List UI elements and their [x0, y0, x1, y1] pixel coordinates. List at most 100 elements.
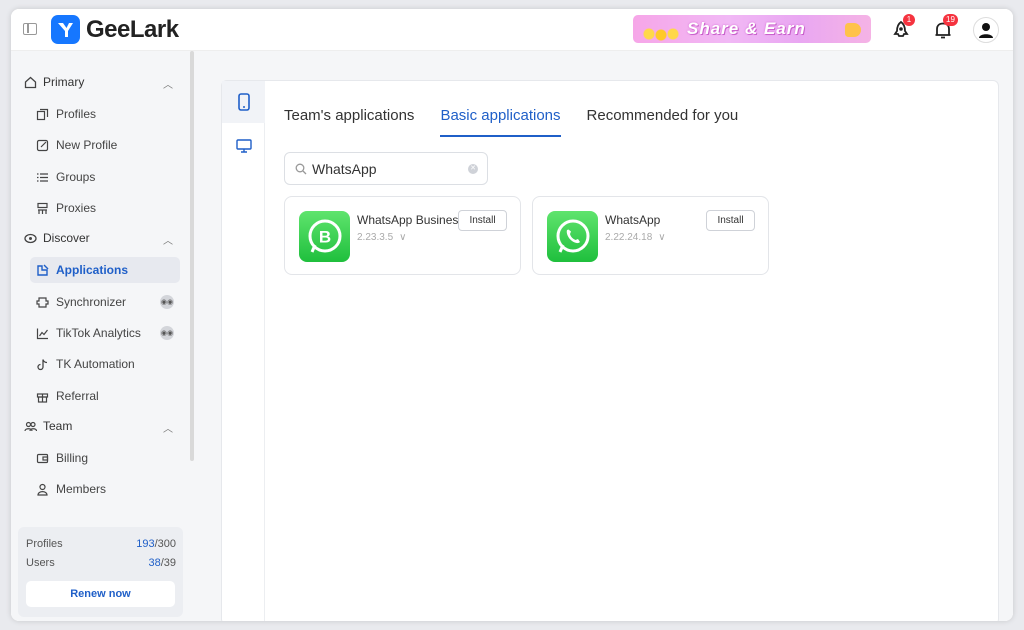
- proxy-icon: [35, 201, 49, 215]
- logo: GeeLark: [51, 15, 179, 44]
- install-button[interactable]: Install: [706, 210, 755, 231]
- sidebar-section-primary[interactable]: Primary ︿: [23, 72, 173, 92]
- app-category-tabs: Team's applications Basic applications R…: [284, 107, 764, 137]
- sidebar-item-tiktok-analytics[interactable]: TikTok Analytics ◉◉: [30, 320, 180, 346]
- sidebar-item-proxies[interactable]: Proxies: [30, 195, 180, 221]
- rocket-badge: 1: [903, 14, 915, 26]
- app-card-whatsapp[interactable]: WhatsApp 2.22.24.18 ∨ Install: [532, 196, 769, 275]
- beta-eye-icon: ◉◉: [160, 295, 174, 309]
- coins-icon: [641, 27, 681, 41]
- app-version-select[interactable]: 2.22.24.18 ∨: [605, 232, 666, 243]
- chevron-down-icon: ∨: [399, 232, 407, 243]
- quota-profiles-total: /300: [154, 538, 176, 550]
- team-icon: [23, 419, 37, 433]
- svg-text:B: B: [318, 227, 330, 246]
- section-label: Discover: [43, 231, 90, 245]
- chevron-up-icon: ︿: [163, 424, 173, 435]
- tiktok-icon: [35, 357, 49, 371]
- quota-users-total: /39: [160, 557, 176, 569]
- sidebar-section-discover[interactable]: Discover ︿: [23, 228, 173, 248]
- members-icon: [35, 482, 49, 496]
- wallet-icon: [35, 451, 49, 465]
- bell-badge: 19: [943, 14, 958, 26]
- quota-profiles: Profiles 193/300: [26, 538, 176, 550]
- tab-basic-applications[interactable]: Basic applications: [440, 107, 561, 137]
- sidebar-item-label: New Profile: [56, 138, 118, 152]
- chart-icon: [35, 326, 49, 340]
- quota-profiles-used: 193: [136, 538, 155, 550]
- app-version: 2.22.24.18: [605, 232, 653, 243]
- applications-icon: [35, 263, 49, 277]
- rocket-icon[interactable]: 1: [889, 14, 915, 42]
- sidebar-item-billing[interactable]: Billing: [30, 445, 180, 471]
- sidebar-item-new-profile[interactable]: New Profile: [30, 132, 180, 158]
- tab-recommended[interactable]: Recommended for you: [587, 107, 739, 137]
- sidebar-item-profiles[interactable]: Profiles: [30, 101, 180, 127]
- sidebar-item-label: Profiles: [56, 107, 97, 121]
- tab-mobile[interactable]: [222, 81, 265, 123]
- sidebar-item-members[interactable]: Members: [30, 476, 180, 502]
- quota-panel: Profiles 193/300 Users 38/39 Renew now: [18, 527, 183, 617]
- app-version: 2.23.3.5: [357, 232, 394, 243]
- chevron-up-icon: ︿: [163, 236, 173, 247]
- tab-desktop[interactable]: [222, 125, 265, 167]
- sidebar-item-tk-automation[interactable]: TK Automation: [30, 351, 180, 377]
- sidebar-item-label: Synchronizer: [56, 295, 127, 309]
- applications-panel: Team's applications Basic applications R…: [221, 80, 999, 621]
- brand-name: GeeLark: [86, 15, 179, 43]
- app-card-whatsapp-business[interactable]: B WhatsApp Business 2.23.3.5 ∨ Install: [284, 196, 521, 275]
- chevron-down-icon: ∨: [658, 232, 666, 243]
- phone-icon: [237, 93, 250, 111]
- sidebar-item-label: Billing: [56, 451, 89, 465]
- user-avatar[interactable]: [973, 17, 999, 43]
- app-search: ✕: [284, 152, 488, 185]
- profiles-icon: [35, 107, 49, 121]
- section-label: Team: [43, 419, 73, 433]
- sidebar-item-groups[interactable]: Groups: [30, 164, 180, 190]
- device-tabs: [222, 81, 265, 621]
- share-earn-banner[interactable]: Share & Earn: [633, 15, 871, 43]
- quota-users: Users 38/39: [26, 557, 176, 569]
- hand-icon: [845, 23, 861, 37]
- renew-now-button[interactable]: Renew now: [26, 581, 175, 607]
- sidebar-item-label: TikTok Analytics: [56, 326, 141, 340]
- tab-teams-applications[interactable]: Team's applications: [284, 107, 414, 137]
- sidebar-item-synchronizer[interactable]: Synchronizer ◉◉: [30, 289, 180, 315]
- sync-icon: [35, 295, 49, 309]
- gift-icon: [35, 389, 49, 403]
- sidebar-item-label: Members: [56, 482, 107, 496]
- edit-icon: [35, 138, 49, 152]
- sidebar-item-label: Applications: [56, 263, 129, 277]
- sidebar-item-applications[interactable]: Applications: [30, 257, 180, 283]
- app-window: GeeLark Share & Earn 1 19 Primary ︿ Prof…: [11, 9, 1013, 621]
- section-label: Primary: [43, 75, 85, 89]
- install-button[interactable]: Install: [458, 210, 507, 231]
- app-name: WhatsApp: [605, 213, 661, 227]
- sidebar-item-label: Proxies: [56, 201, 97, 215]
- bell-icon[interactable]: 19: [931, 14, 958, 42]
- sidebar-item-label: TK Automation: [56, 357, 135, 371]
- quota-users-used: 38: [148, 557, 161, 569]
- search-input[interactable]: [312, 160, 462, 177]
- main-content: Team's applications Basic applications R…: [194, 51, 1013, 621]
- whatsapp-icon: [547, 211, 598, 262]
- chevron-up-icon: ︿: [163, 80, 173, 91]
- sidebar-item-label: Referral: [56, 389, 99, 403]
- whatsapp-business-icon: B: [299, 211, 350, 262]
- sidebar-item-label: Groups: [56, 170, 96, 184]
- sidebar-toggle-icon[interactable]: [23, 23, 37, 35]
- geelark-logo-icon: [51, 15, 80, 44]
- banner-text: Share & Earn: [687, 19, 806, 38]
- beta-eye-icon: ◉◉: [160, 326, 174, 340]
- quota-users-label: Users: [26, 557, 55, 569]
- list-icon: [35, 170, 49, 184]
- home-icon: [23, 75, 37, 89]
- sidebar-section-team[interactable]: Team ︿: [23, 416, 173, 436]
- clear-icon[interactable]: ✕: [468, 164, 478, 174]
- sidebar-item-referral[interactable]: Referral: [30, 383, 180, 409]
- app-version-select[interactable]: 2.23.3.5 ∨: [357, 232, 406, 243]
- discover-icon: [23, 231, 37, 245]
- desktop-icon: [235, 139, 252, 153]
- user-icon: [979, 23, 993, 38]
- app-name: WhatsApp Business: [357, 213, 465, 227]
